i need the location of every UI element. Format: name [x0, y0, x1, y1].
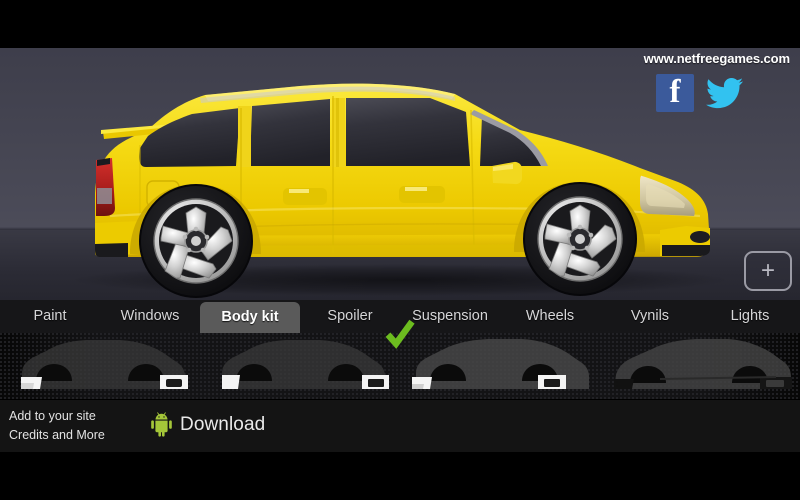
download-button[interactable]: Download [150, 412, 265, 437]
bottom-toolbar: Add to your site Credits and More Downlo… [0, 399, 800, 452]
tab-lights[interactable]: Lights [700, 300, 800, 333]
selected-check-icon [385, 319, 415, 349]
tab-windows[interactable]: Windows [100, 300, 200, 333]
tab-body-kit[interactable]: Body kit [200, 302, 300, 333]
body-kit-options-strip [0, 319, 800, 399]
add-part-button[interactable]: + [744, 251, 792, 291]
body-kit-option-2[interactable] [200, 333, 400, 399]
body-kit-option-3[interactable] [385, 319, 600, 399]
social-links [656, 74, 745, 112]
footer-links: Add to your site Credits and More [9, 407, 105, 445]
bottom-black-bar [0, 452, 800, 500]
twitter-icon[interactable] [705, 74, 745, 112]
site-url-label: www.netfreegames.com [643, 51, 790, 66]
game-window: + www.netfreegames.com Paint Windows Bod… [0, 0, 800, 500]
facebook-icon[interactable] [656, 74, 694, 112]
download-label: Download [180, 413, 266, 435]
android-icon [151, 412, 172, 437]
tab-wheels[interactable]: Wheels [500, 300, 600, 333]
add-to-your-site-link[interactable]: Add to your site [9, 407, 105, 426]
credits-and-more-link[interactable]: Credits and More [9, 426, 105, 445]
top-black-bar [0, 0, 800, 48]
body-kit-option-1[interactable] [0, 333, 200, 399]
body-kit-option-4[interactable] [600, 333, 800, 399]
tab-vynils[interactable]: Vynils [600, 300, 700, 333]
tab-paint[interactable]: Paint [0, 300, 100, 333]
